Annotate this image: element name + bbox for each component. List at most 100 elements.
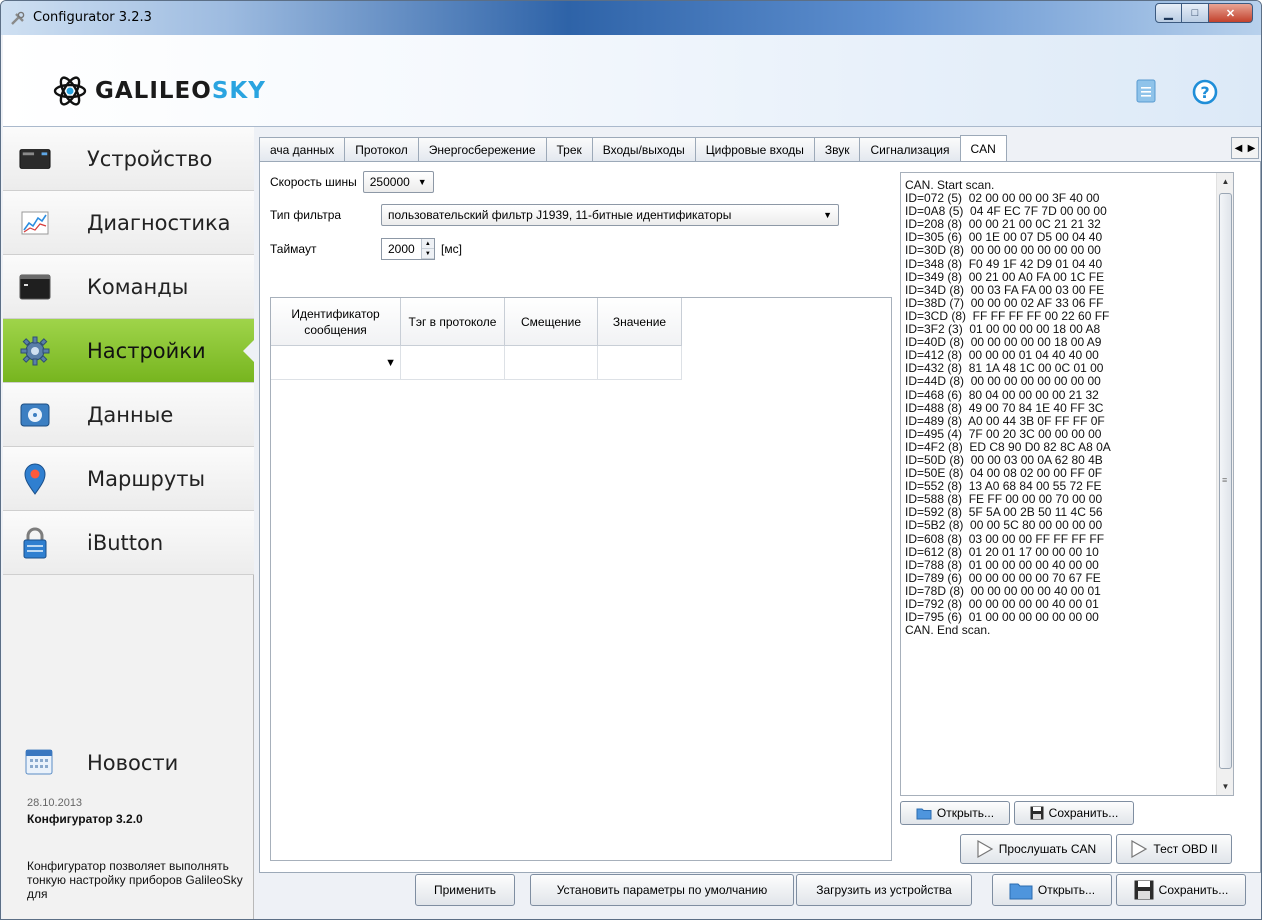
scrollbar-grip-icon: ≡ xyxy=(1222,475,1228,485)
diagnostics-chart-icon xyxy=(19,207,51,239)
sidebar-item-news[interactable]: Новости xyxy=(3,735,254,791)
sidebar-item-routes[interactable]: Маршруты xyxy=(3,447,254,511)
bus-speed-select[interactable]: 250000 ▼ xyxy=(362,171,434,193)
svg-text:?: ? xyxy=(1200,83,1209,102)
news-title[interactable]: Конфигуратор 3.2.0 xyxy=(27,812,143,826)
maximize-button[interactable]: □ xyxy=(1182,3,1209,23)
apply-button[interactable]: Применить xyxy=(415,874,515,906)
log-line: ID=38D (7) 00 00 00 02 AF 33 06 FF xyxy=(905,295,1104,310)
log-line: ID=488 (8) 49 00 70 84 1E 40 FF 3C xyxy=(905,400,1104,415)
tab-scroll-right-icon[interactable]: ▶ xyxy=(1245,138,1258,158)
tab-alarm[interactable]: Сигнализация xyxy=(859,137,960,162)
column-header-offset[interactable]: Смещение xyxy=(505,298,598,345)
tab-digital-inputs[interactable]: Цифровые входы xyxy=(694,137,814,162)
log-scrollbar[interactable]: ▲ ≡ ▼ xyxy=(1216,173,1233,795)
apply-label: Применить xyxy=(433,883,496,897)
bus-speed-row: Скорость шины 250000 ▼ xyxy=(270,171,434,193)
sidebar-item-commands[interactable]: Команды xyxy=(3,255,254,319)
chevron-down-icon: ▼ xyxy=(823,210,832,220)
load-from-device-button[interactable]: Загрузить из устройства xyxy=(796,874,972,906)
sidebar-item-label: Диагностика xyxy=(87,210,231,235)
scroll-up-icon[interactable]: ▲ xyxy=(1217,173,1233,190)
floppy-disk-icon xyxy=(1030,806,1044,820)
filter-type-select[interactable]: пользовательский фильтр J1939, 11-битные… xyxy=(381,204,839,226)
tab-protocol[interactable]: Протокол xyxy=(344,137,418,162)
value-cell[interactable] xyxy=(598,346,682,379)
tab-scroll-left-icon[interactable]: ◀ xyxy=(1232,138,1245,158)
set-defaults-button[interactable]: Установить параметры по умолчанию xyxy=(530,874,794,906)
spin-down-icon[interactable]: ▼ xyxy=(421,249,434,259)
sidebar-item-diagnostics[interactable]: Диагностика xyxy=(3,191,254,255)
sidebar-item-label: Маршруты xyxy=(87,466,206,491)
spin-up-icon[interactable]: ▲ xyxy=(421,239,434,249)
protocol-tag-cell[interactable] xyxy=(401,346,505,379)
load-from-device-label: Загрузить из устройства xyxy=(816,883,952,897)
sidebar-item-ibutton[interactable]: iButton xyxy=(3,511,254,575)
log-line: ID=44D (8) 00 00 00 00 00 00 00 00 xyxy=(905,374,1101,389)
log-save-button[interactable]: Сохранить... xyxy=(1014,801,1134,825)
column-header-protocol-tag[interactable]: Тэг в протоколе xyxy=(401,298,505,345)
sidebar-item-data[interactable]: Данные xyxy=(3,383,254,447)
terminal-icon xyxy=(19,271,51,303)
can-filter-table[interactable]: Идентификатор сообщения Тэг в протоколе … xyxy=(270,297,892,861)
close-button[interactable]: ✕ xyxy=(1209,3,1253,23)
column-header-value[interactable]: Значение xyxy=(598,298,682,345)
table-header: Идентификатор сообщения Тэг в протоколе … xyxy=(271,298,682,346)
logo-text-accent: SKY xyxy=(211,78,266,104)
timeout-row: Таймаут 2000 ▲ ▼ [мс] xyxy=(270,238,462,260)
help-icon[interactable]: ? xyxy=(1192,79,1218,105)
calendar-icon xyxy=(25,749,53,778)
settings-tabs: ача данных Протокол Энергосбережение Тре… xyxy=(259,135,1007,162)
close-icon: ✕ xyxy=(1225,7,1236,20)
sidebar: Устройство Диагностика Команды Настройки… xyxy=(3,127,255,919)
sidebar-item-device[interactable]: Устройство xyxy=(3,127,254,191)
news-text: Конфигуратор позволяет выполнять тонкую … xyxy=(27,859,243,901)
log-line: ID=788 (8) 01 00 00 00 00 40 00 00 xyxy=(905,557,1099,572)
listen-can-button[interactable]: Прослушать CAN xyxy=(960,834,1112,864)
column-header-message-id[interactable]: Идентификатор сообщения xyxy=(271,298,401,345)
timeout-spinbox[interactable]: 2000 ▲ ▼ xyxy=(381,238,435,260)
sidebar-item-settings[interactable]: Настройки xyxy=(3,319,255,383)
obd-test-button[interactable]: Тест OBD II xyxy=(1116,834,1232,864)
save-button[interactable]: Сохранить... xyxy=(1116,874,1246,906)
filter-type-value: пользовательский фильтр J1939, 11-битные… xyxy=(388,208,732,222)
message-id-cell[interactable]: ▼ xyxy=(271,346,401,379)
sidebar-item-label: Устройство xyxy=(87,146,213,171)
minimize-button[interactable]: ▁ xyxy=(1155,3,1182,23)
title-bar[interactable]: Configurator 3.2.3 ▁ □ ✕ xyxy=(1,1,1261,35)
timeout-value: 2000 xyxy=(388,242,415,256)
tab-can[interactable]: CAN xyxy=(959,135,1007,162)
tab-power-saving[interactable]: Энергосбережение xyxy=(417,137,546,162)
scroll-down-icon[interactable]: ▼ xyxy=(1217,778,1233,795)
app-window: Configurator 3.2.3 ▁ □ ✕ GALILEOSKY ? Ус… xyxy=(0,0,1262,920)
tab-data-transfer[interactable]: ача данных xyxy=(259,137,345,162)
tab-track[interactable]: Трек xyxy=(545,137,592,162)
can-scan-log[interactable]: CAN. Start scan. ID=072 (5) 02 00 00 00 0… xyxy=(900,172,1234,796)
log-save-label: Сохранить... xyxy=(1048,806,1119,820)
gear-icon xyxy=(19,335,51,367)
bus-speed-label: Скорость шины xyxy=(270,175,357,189)
open-label: Открыть... xyxy=(1037,883,1096,897)
timeout-unit: [мс] xyxy=(441,242,462,256)
log-line: ID=489 (8) A0 00 44 3B 0F FF FF 0F xyxy=(905,413,1105,428)
offset-cell[interactable] xyxy=(505,346,598,379)
app-header: GALILEOSKY ? xyxy=(3,35,1261,127)
log-line: ID=468 (6) 80 04 00 00 00 00 21 32 xyxy=(905,387,1099,402)
galileosky-logo-icon xyxy=(53,76,87,106)
log-open-button[interactable]: Открыть... xyxy=(900,801,1010,825)
maximize-icon: □ xyxy=(1191,7,1199,19)
lock-icon xyxy=(19,527,51,559)
open-button[interactable]: Открыть... xyxy=(992,874,1112,906)
play-icon xyxy=(1130,839,1148,859)
news-date: 28.10.2013 xyxy=(27,797,83,809)
app-icon xyxy=(11,11,25,25)
chevron-down-icon[interactable]: ▼ xyxy=(385,357,396,369)
sidebar-item-label: Команды xyxy=(87,274,189,299)
log-line: ID=349 (8) 00 21 00 A0 FA 00 1C FE xyxy=(905,269,1105,284)
tab-inputs-outputs[interactable]: Входы/выходы xyxy=(591,137,695,162)
logo-text-main: GALILEO xyxy=(95,78,212,104)
filter-type-label: Тип фильтра xyxy=(270,208,342,222)
tab-sound[interactable]: Звук xyxy=(813,137,860,162)
document-icon[interactable] xyxy=(1136,79,1156,103)
device-icon xyxy=(19,143,51,175)
